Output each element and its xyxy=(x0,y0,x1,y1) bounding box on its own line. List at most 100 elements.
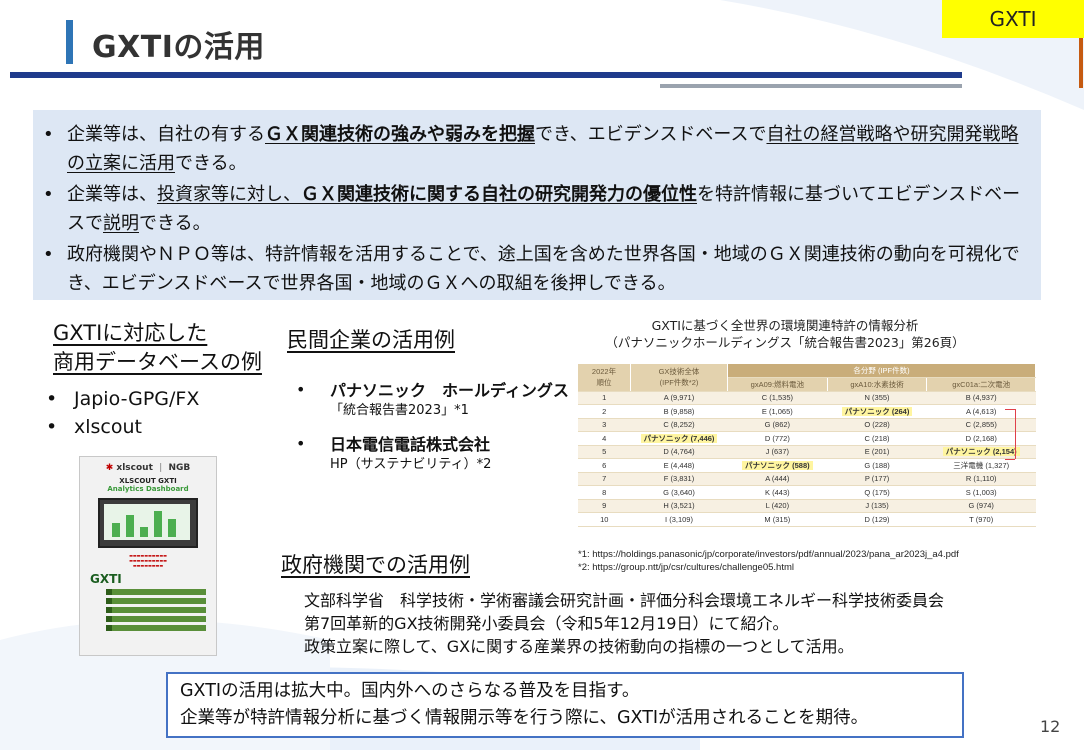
callout-box: GXTIの活用は拡大中。国内外へのさらなる普及を目指す。 企業等が特許情報分析に… xyxy=(166,672,964,738)
table-cell-total: H (3,521) xyxy=(630,499,728,513)
thumbnail-title-line2: Analytics Dashboard xyxy=(107,485,189,493)
thumbnail-logo-right: NGB xyxy=(168,463,191,473)
summary-text: 企業等は、 xyxy=(67,184,157,205)
table-cell-c2: J (135) xyxy=(827,499,927,513)
table-row: 9H (3,521) L (420) J (135) G (974) xyxy=(578,499,1036,513)
company-source: 「統合報告書2023」*1 xyxy=(330,403,469,418)
summary-item: 政府機関やＮＰＯ等は、特許情報を活用することで、途上国を含めた世界各国・地域のＧ… xyxy=(33,240,1021,298)
table-cell-c1: パナソニック (588) xyxy=(727,458,828,473)
database-item: Japio-GPG/FX xyxy=(40,385,199,413)
table-cell-c1: J (637) xyxy=(727,445,828,459)
table-cell-total: B (9,858) xyxy=(630,404,728,419)
table-cell-rank: 7 xyxy=(578,472,631,486)
government-heading: 政府機関での活用例 xyxy=(281,553,470,577)
table-cell-rank: 4 xyxy=(578,431,631,446)
summary-item: 企業等は、自社の有するＧＸ関連技術の強みや弱みを把握でき、エビデンスドベースで自… xyxy=(33,120,1021,178)
table-row: 10 I (3,109) M (315) D (129) T (970) xyxy=(578,512,1036,527)
government-text: 文部科学省 科学技術・学術審議会研究計画・評価分科会環境エネルギー科学技術委員会… xyxy=(304,589,944,658)
highlighted-cell-text: パナソニック (588) xyxy=(742,460,813,470)
table-cell-total: D (4,764) xyxy=(630,445,728,459)
table-cell-c2: P (177) xyxy=(827,472,927,486)
highlighted-cell-text: パナソニック (7,446) xyxy=(640,433,718,443)
column-header: gxA09:燃料電池 xyxy=(727,377,828,392)
companies-heading: 民間企業の活用例 xyxy=(287,328,455,352)
summary-text: でき、エビデンスドベースで xyxy=(535,124,767,145)
xlscout-logo-icon: ✱ xyxy=(105,463,114,473)
table-row: 7F (3,831) A (444) P (177) R (1,110) xyxy=(578,472,1036,486)
databases-heading-line2: 商用データベースの例 xyxy=(53,350,262,374)
annotation-bracket xyxy=(1005,459,1015,460)
table-cell-c2: E (201) xyxy=(827,445,927,459)
summary-box: 企業等は、自社の有するＧＸ関連技術の強みや弱みを把握でき、エビデンスドベースで自… xyxy=(33,110,1041,300)
summary-text: できる。 xyxy=(139,213,211,234)
column-header: gxC01a:二次電池 xyxy=(926,377,1036,392)
section-tag: GXTI xyxy=(942,0,1084,38)
table-cell-c2: N (355) xyxy=(827,391,927,405)
databases-heading: GXTIに対応した 商用データベースの例 xyxy=(53,319,262,377)
laptop-screen-icon xyxy=(98,498,198,548)
table-cell-total: A (9,971) xyxy=(630,391,728,405)
figure-caption: GXTIに基づく全世界の環境関連特許の情報分析 （パナソニックホールディングス「… xyxy=(580,317,990,351)
header-field: 各分野 (IPF件数) xyxy=(727,364,1036,378)
header-rule xyxy=(10,72,962,78)
table-cell-rank: 5 xyxy=(578,445,631,459)
summary-text: 企業等は、自社の有する xyxy=(67,124,265,145)
header-total: GX技術全体 (IPF件数*2) xyxy=(630,364,728,392)
table-row: 3C (8,252) G (862) O (228) C (2,855) xyxy=(578,418,1036,432)
table-cell-rank: 6 xyxy=(578,458,631,473)
xlscout-dashboard-thumbnail: ✱ xlscout | NGB XLSCOUT GXTI Analytics D… xyxy=(79,456,217,656)
table-row: 8G (3,640) K (443) Q (175) S (1,003) xyxy=(578,485,1036,500)
table-cell-c1: M (315) xyxy=(727,512,828,527)
summary-text: できる。 xyxy=(175,153,247,174)
company-item: 日本電信電話株式会社 HP（サステナビリティ）*2 xyxy=(296,434,569,474)
table-cell-c2: パナソニック (264) xyxy=(827,404,927,419)
footnote-1: *1: https://holdings.panasonic/jp/corpor… xyxy=(578,549,959,560)
title-accent-bar xyxy=(66,20,73,64)
annotation-bracket xyxy=(1015,409,1016,459)
table-row: 2B (9,858) E (1,065) パナソニック (264) A (4,613) xyxy=(578,404,1036,419)
summary-text: 説明 xyxy=(103,213,139,234)
footnote-2: *2: https://group.ntt/jp/csr/cultures/ch… xyxy=(578,562,794,573)
company-item: パナソニック ホールディングス 「統合報告書2023」*1 xyxy=(296,380,569,420)
table-cell-c1: G (862) xyxy=(727,418,828,432)
table-cell-c3: パナソニック (2,154) xyxy=(926,445,1036,459)
table-cell-c2: Q (175) xyxy=(827,485,927,500)
summary-item: 企業等は、投資家等に対し、ＧＸ関連技術に関する自社の研究開発力の優位性を特許情報… xyxy=(33,180,1021,238)
column-header: gxA10:水素技術 xyxy=(827,377,928,392)
table-cell-c3: A (4,613) xyxy=(926,404,1036,419)
thumbnail-feature-rows: GXTI xyxy=(90,572,206,631)
table-cell-c3: C (2,855) xyxy=(926,418,1036,432)
table-cell-c2: O (228) xyxy=(827,418,927,432)
table-cell-rank: 3 xyxy=(578,418,631,432)
database-list: Japio-GPG/FX xlscout xyxy=(40,385,199,441)
table-cell-total: E (4,448) xyxy=(630,458,728,473)
table-cell-total: C (8,252) xyxy=(630,418,728,432)
table-cell-total: G (3,640) xyxy=(630,485,728,500)
table-cell-c3: 三洋電機 (1,327) xyxy=(926,458,1036,473)
table-cell-c1: C (1,535) xyxy=(727,391,828,405)
table-cell-c1: L (420) xyxy=(727,499,828,513)
company-name: 日本電信電話株式会社 xyxy=(330,435,491,454)
summary-text: ＧＸ関連技術の強みや弱みを把握 xyxy=(265,124,535,145)
table-cell-c2: D (129) xyxy=(827,512,927,527)
table-row: 4 パナソニック (7,446) D (772) C (218) D (2,168) xyxy=(578,431,1036,446)
table-cell-c2: C (218) xyxy=(827,431,927,446)
table-row: 5D (4,764) J (637) E (201) パナソニック (2,154) xyxy=(578,445,1036,459)
table-cell-rank: 10 xyxy=(578,512,631,527)
thumbnail-badge: GXTI xyxy=(90,572,122,586)
table-cell-c1: E (1,065) xyxy=(727,404,828,419)
page-number: 12 xyxy=(1040,717,1061,736)
database-item: xlscout xyxy=(40,413,199,441)
table-cell-c3: S (1,003) xyxy=(926,485,1036,500)
patent-ranking-table: 2022年 順位 GX技術全体 (IPF件数*2) 各分野 (IPF件数) gxA0… xyxy=(578,364,1036,527)
table-cell-rank: 2 xyxy=(578,404,631,419)
annotation-bracket xyxy=(1005,409,1015,410)
table-cell-total: F (3,831) xyxy=(630,472,728,486)
thumbnail-logo-left: xlscout xyxy=(116,463,153,473)
table-cell-c1: D (772) xyxy=(727,431,828,446)
table-cell-rank: 8 xyxy=(578,485,631,500)
table-cell-c1: A (444) xyxy=(727,472,828,486)
callout-line: 企業等が特許情報分析に基づく情報開示等を行う際に、GXTIが活用されることを期待… xyxy=(180,708,869,728)
company-source: HP（サステナビリティ）*2 xyxy=(330,457,492,472)
thumbnail-body-text-lines: ▬▬▬▬▬▬▬▬▬▬ ▬▬▬▬▬▬▬▬▬▬ ▬▬▬▬▬▬▬▬ xyxy=(129,553,167,568)
